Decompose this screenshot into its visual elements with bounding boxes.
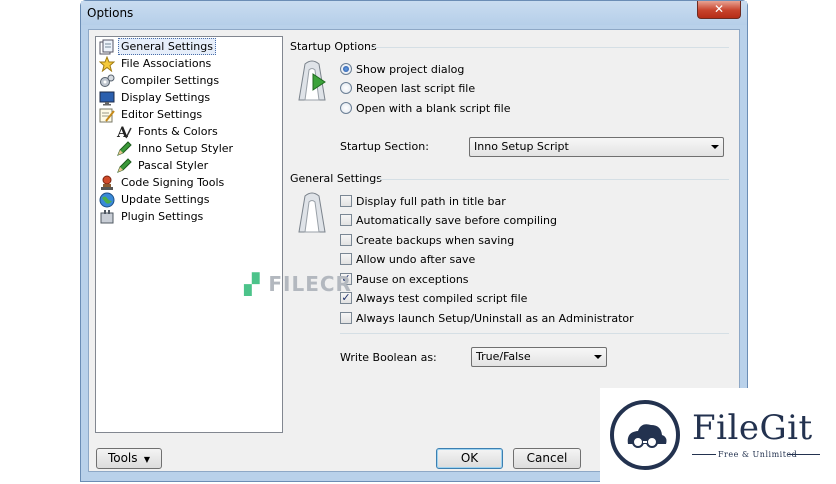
radio-label: Show project dialog <box>356 62 465 76</box>
tree-item-label: Editor Settings <box>121 108 203 121</box>
checkbox-label: Create backups when saving <box>356 233 515 247</box>
radio-open-blank-script[interactable]: Open with a blank script file <box>340 100 510 116</box>
divider <box>340 333 729 334</box>
checkbox-label: Always launch Setup/Uninstall as an Admi… <box>356 311 634 325</box>
check-launch-as-admin[interactable]: Always launch Setup/Uninstall as an Admi… <box>340 310 634 326</box>
close-button[interactable]: ✕ <box>697 1 741 19</box>
write-boolean-select[interactable]: True/False <box>471 347 607 367</box>
write-boolean-value: True/False <box>476 350 531 363</box>
svg-text:A: A <box>116 125 129 140</box>
radio-button[interactable] <box>340 102 352 114</box>
tree-item-general-settings[interactable]: General Settings <box>99 38 216 55</box>
filecr-text: FILECR <box>268 272 352 296</box>
checkbox-label: Always test compiled script file <box>356 291 528 305</box>
tree-item-label: Compiler Settings <box>121 74 220 87</box>
gears-icon <box>99 73 115 89</box>
startup-section-select[interactable]: Inno Setup Script <box>469 137 724 157</box>
checkbox-label: Pause on exceptions <box>356 272 469 286</box>
tree-item-label: Update Settings <box>121 193 210 206</box>
cancel-button-label: Cancel <box>526 451 568 465</box>
chevron-down-icon <box>711 145 719 149</box>
tools-button-label: Tools <box>107 451 138 465</box>
startup-section-label: Startup Section: <box>340 140 429 153</box>
globe-icon <box>99 192 115 208</box>
tree-item-label: General Settings <box>118 38 216 55</box>
divider <box>377 179 729 180</box>
startup-options-title: Startup Options <box>290 40 377 53</box>
checkbox[interactable] <box>340 312 352 324</box>
window-title: Options <box>87 6 134 20</box>
tree-item-label: Pascal Styler <box>138 159 209 172</box>
tree-item-label: File Associations <box>121 57 212 70</box>
pages-icon <box>99 39 115 55</box>
startup-section-value: Inno Setup Script <box>474 140 569 153</box>
check-always-test-compiled[interactable]: ✓ Always test compiled script file <box>340 290 527 306</box>
editor-icon <box>99 107 115 123</box>
radio-reopen-last-script[interactable]: Reopen last script file <box>340 80 475 96</box>
radio-label: Reopen last script file <box>356 81 476 95</box>
checkbox[interactable] <box>340 253 352 265</box>
tree-item-file-associations[interactable]: File Associations <box>98 55 214 72</box>
filegit-logo: FileGit Free & Unlimited <box>600 388 832 482</box>
filecr-watermark: ▞ FILECR <box>244 272 352 296</box>
tree-item-fonts-colors[interactable]: A Fonts & Colors <box>116 123 221 141</box>
chevron-down-icon <box>594 355 602 359</box>
title-bar[interactable]: Options ✕ <box>81 1 747 25</box>
check-pause-on-exceptions[interactable]: ✓ Pause on exceptions <box>340 271 469 287</box>
divider <box>692 454 716 455</box>
write-boolean-label: Write Boolean as: <box>340 351 437 364</box>
tree-item-label: Display Settings <box>121 91 211 104</box>
checkbox-label: Automatically save before compiling <box>356 213 558 227</box>
chevron-down-icon: ▼ <box>141 455 151 464</box>
filegit-badge-icon <box>610 400 680 470</box>
tree-item-label: Plugin Settings <box>121 210 204 223</box>
tree-item-inno-setup-styler[interactable]: Inno Setup Styler <box>116 140 236 157</box>
check-create-backups[interactable]: Create backups when saving <box>340 232 514 248</box>
filegit-tagline: Free & Unlimited <box>718 450 798 459</box>
check-full-path-title[interactable]: Display full path in title bar <box>340 193 506 209</box>
monitor-icon <box>99 90 115 106</box>
radio-label: Open with a blank script file <box>356 101 511 115</box>
cancel-button[interactable]: Cancel <box>513 448 581 469</box>
tree-item-display-settings[interactable]: Display Settings <box>99 89 213 106</box>
check-allow-undo[interactable]: Allow undo after save <box>340 251 475 267</box>
ok-button-label: OK <box>460 451 479 465</box>
tools-button[interactable]: Tools ▼ <box>96 448 162 469</box>
tree-item-label: Code Signing Tools <box>121 176 225 189</box>
radio-button[interactable] <box>340 82 352 94</box>
stamp-icon <box>99 175 115 191</box>
checkbox-label: Allow undo after save <box>356 252 476 266</box>
ok-button[interactable]: OK <box>436 448 503 469</box>
tree-item-editor-settings[interactable]: Editor Settings <box>99 106 205 123</box>
tree-item-label: Inno Setup Styler <box>138 142 234 155</box>
tree-item-label: Fonts & Colors <box>138 125 218 138</box>
tree-item-pascal-styler[interactable]: Pascal Styler <box>116 157 211 174</box>
check-autosave-before-compile[interactable]: Automatically save before compiling <box>340 212 557 228</box>
settings-tree[interactable]: General Settings File Associations Compi… <box>95 36 283 433</box>
star-icon <box>98 55 116 72</box>
filecr-logo-icon: ▞ <box>244 272 261 296</box>
general-settings-title: General Settings <box>290 172 382 185</box>
fonts-icon: A <box>116 124 132 141</box>
settings-wizard-icon <box>298 192 326 233</box>
pencil-icon <box>116 140 132 157</box>
tree-item-update-settings[interactable]: Update Settings <box>99 191 212 208</box>
wizard-icon <box>298 60 326 101</box>
tree-item-compiler-settings[interactable]: Compiler Settings <box>99 72 222 89</box>
filegit-name: FileGit <box>692 408 813 448</box>
divider <box>373 47 729 48</box>
tree-item-code-signing-tools[interactable]: Code Signing Tools <box>99 174 227 191</box>
radio-show-project-dialog[interactable]: Show project dialog <box>340 61 464 77</box>
checkbox[interactable] <box>340 234 352 246</box>
checkbox[interactable] <box>340 195 352 207</box>
divider <box>788 454 820 455</box>
plugin-icon <box>99 209 115 225</box>
close-icon: ✕ <box>713 2 725 16</box>
pencil-icon <box>116 157 132 174</box>
radio-button[interactable] <box>340 63 352 75</box>
checkbox[interactable] <box>340 214 352 226</box>
tree-item-plugin-settings[interactable]: Plugin Settings <box>99 208 206 225</box>
checkbox-label: Display full path in title bar <box>356 194 506 208</box>
